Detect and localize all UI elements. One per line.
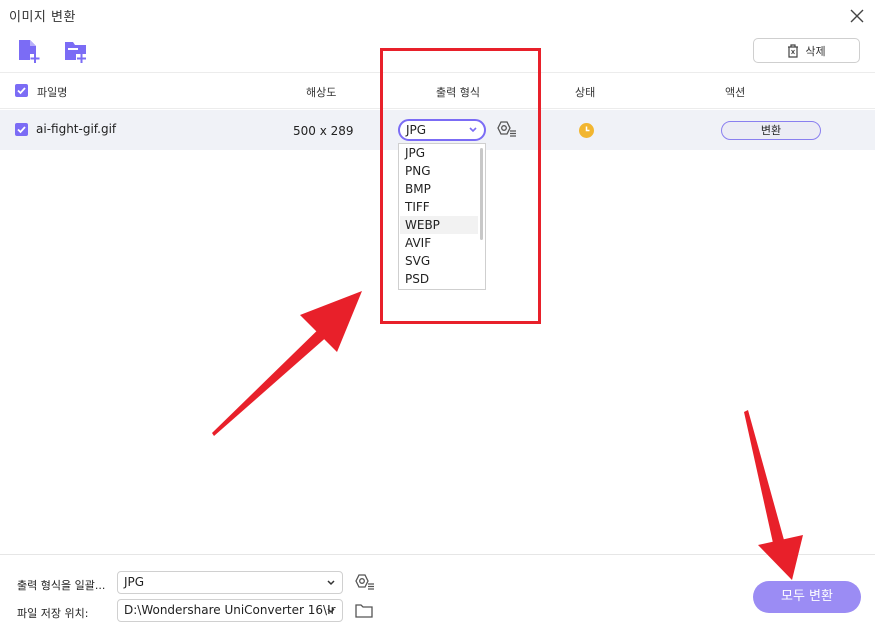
close-button[interactable] — [846, 5, 868, 27]
header-resolution: 해상도 — [306, 86, 337, 99]
chevron-down-icon — [327, 608, 335, 614]
add-folder-button[interactable] — [63, 38, 89, 64]
status-pending-icon — [579, 123, 594, 138]
row-checkbox[interactable] — [15, 123, 28, 136]
save-location-label: 파일 저장 위치: — [17, 607, 89, 620]
convert-button[interactable]: 변환 — [721, 121, 821, 140]
delete-button[interactable]: 삭제 — [753, 38, 860, 63]
header-status: 상태 — [575, 86, 596, 99]
title-bar: 이미지 변환 — [0, 0, 875, 30]
chevron-down-icon — [327, 580, 335, 586]
check-icon — [17, 87, 26, 95]
add-file-icon[interactable] — [17, 38, 43, 64]
close-icon[interactable] — [846, 5, 868, 27]
batch-format-value: JPG — [124, 575, 145, 589]
save-location-value: D:\Wondershare UniConverter 16\Ir — [124, 603, 336, 617]
arrow-to-format-box — [212, 291, 362, 436]
window-title: 이미지 변환 — [9, 10, 76, 25]
add-file-button[interactable] — [17, 38, 43, 64]
row-resolution: 500 x 289 — [293, 124, 354, 138]
output-format-batch-label: 출력 형식을 일괄... — [17, 579, 106, 592]
header-action: 액션 — [725, 86, 746, 99]
add-folder-icon[interactable] — [63, 38, 89, 64]
trash-icon — [788, 43, 799, 58]
batch-format-select[interactable]: JPG — [117, 571, 343, 594]
folder-icon[interactable] — [355, 603, 373, 618]
footer-bar — [0, 554, 875, 636]
select-all-checkbox[interactable] — [15, 84, 28, 97]
convert-all-button[interactable]: 모두 변환 — [753, 581, 861, 613]
header-filename: 파일명 — [37, 86, 68, 99]
check-icon — [17, 126, 26, 134]
delete-label: 삭제 — [805, 44, 826, 58]
highlight-box — [380, 48, 541, 324]
settings-icon[interactable] — [354, 574, 376, 592]
open-folder-button[interactable] — [355, 603, 373, 622]
row-filename: ai-fight-gif.gif — [36, 122, 117, 136]
clock-icon — [585, 126, 590, 132]
batch-settings-button[interactable] — [354, 574, 376, 596]
save-location-select[interactable]: D:\Wondershare UniConverter 16\Ir — [117, 599, 343, 622]
